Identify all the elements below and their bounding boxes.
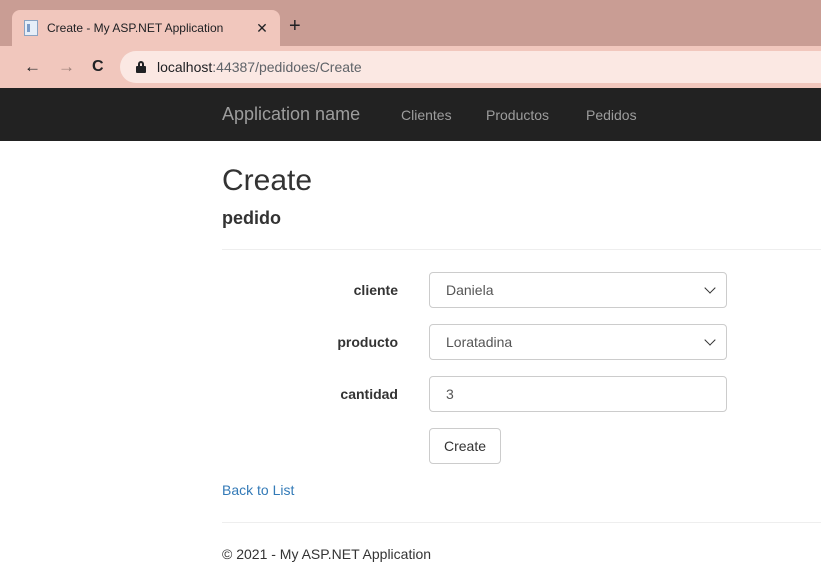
back-to-list-link[interactable]: Back to List [222, 482, 294, 498]
cliente-label: cliente [353, 282, 398, 298]
nav-link-pedidos[interactable]: Pedidos [586, 107, 637, 123]
producto-label: producto [337, 334, 398, 350]
page-title: Create [222, 164, 313, 197]
cantidad-input[interactable]: 3 [429, 376, 727, 412]
url-host: localhost [157, 59, 213, 75]
browser-tab[interactable]: Create - My ASP.NET Application ✕ [12, 10, 280, 46]
page-subtitle: pedido [222, 208, 281, 228]
cliente-selected-value: Daniela [446, 282, 494, 298]
url-path: :44387/pedidoes/Create [212, 59, 362, 75]
divider [222, 249, 821, 250]
lock-icon[interactable] [136, 61, 146, 73]
nav-link-clientes[interactable]: Clientes [401, 107, 452, 123]
browser-toolbar: ← → C localhost:44387/pedidoes/Create [0, 46, 821, 88]
footer-divider [222, 522, 821, 523]
app-navbar: Application name Clientes Productos Pedi… [0, 88, 821, 141]
chevron-down-icon [704, 282, 716, 294]
url-text: localhost:44387/pedidoes/Create [157, 59, 362, 75]
address-bar[interactable]: localhost:44387/pedidoes/Create [120, 51, 821, 83]
back-arrow-icon[interactable]: ← [24, 55, 41, 79]
footer-text: © 2021 - My ASP.NET Application [222, 546, 432, 562]
cantidad-label: cantidad [340, 386, 398, 402]
browser-tabstrip: Create - My ASP.NET Application ✕ + [0, 0, 821, 46]
cliente-select[interactable]: Daniela [429, 272, 727, 308]
new-tab-icon[interactable]: + [289, 16, 301, 36]
producto-select[interactable]: Loratadina [429, 324, 727, 360]
producto-selected-value: Loratadina [446, 334, 513, 350]
chevron-down-icon [704, 334, 716, 346]
tab-title: Create - My ASP.NET Application [47, 21, 224, 35]
forward-arrow-icon[interactable]: → [58, 55, 75, 79]
create-button[interactable]: Create [429, 428, 501, 464]
page-favicon-icon [24, 20, 38, 36]
nav-link-productos[interactable]: Productos [486, 107, 549, 123]
cantidad-value: 3 [446, 386, 454, 402]
close-tab-icon[interactable]: ✕ [254, 20, 270, 37]
reload-icon[interactable]: C [92, 55, 104, 79]
brand-link[interactable]: Application name [222, 104, 360, 125]
